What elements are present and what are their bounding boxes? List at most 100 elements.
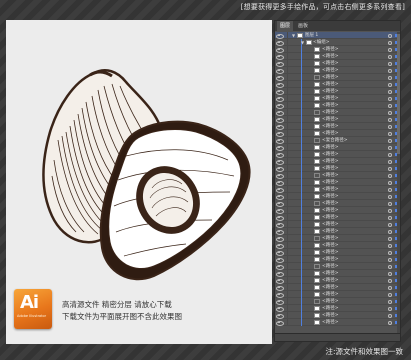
layer-row[interactable]: <路径>: [275, 298, 400, 305]
eye-icon[interactable]: [276, 40, 284, 46]
lock-toggle[interactable]: [283, 32, 288, 39]
target-circle-icon[interactable]: [388, 202, 392, 206]
eye-icon[interactable]: [276, 264, 284, 270]
target-circle-icon[interactable]: [388, 314, 392, 318]
target-circle-icon[interactable]: [388, 265, 392, 269]
layer-row[interactable]: <路径>: [275, 81, 400, 88]
eye-icon[interactable]: [276, 257, 284, 263]
lock-toggle[interactable]: [283, 123, 288, 130]
target-circle-icon[interactable]: [388, 83, 392, 87]
target-circle-icon[interactable]: [388, 111, 392, 115]
eye-icon[interactable]: [276, 68, 284, 74]
layer-row[interactable]: <路径>: [275, 214, 400, 221]
eye-icon[interactable]: [276, 208, 284, 214]
layer-row[interactable]: <路径>: [275, 74, 400, 81]
lock-toggle[interactable]: [283, 165, 288, 172]
target-circle-icon[interactable]: [388, 286, 392, 290]
target-circle-icon[interactable]: [388, 181, 392, 185]
lock-toggle[interactable]: [283, 221, 288, 228]
target-circle-icon[interactable]: [388, 209, 392, 213]
eye-icon[interactable]: [276, 47, 284, 53]
target-circle-icon[interactable]: [388, 321, 392, 325]
target-circle-icon[interactable]: [388, 41, 392, 45]
layer-row[interactable]: <路径>: [275, 53, 400, 60]
lock-toggle[interactable]: [283, 130, 288, 137]
lock-toggle[interactable]: [283, 144, 288, 151]
eye-icon[interactable]: [276, 299, 284, 305]
tab-artboards[interactable]: 画板: [295, 21, 311, 31]
lock-toggle[interactable]: [283, 53, 288, 60]
layer-row[interactable]: <路径>: [275, 179, 400, 186]
target-circle-icon[interactable]: [388, 251, 392, 255]
target-circle-icon[interactable]: [388, 237, 392, 241]
layer-row[interactable]: <路径>: [275, 291, 400, 298]
eye-icon[interactable]: [276, 75, 284, 81]
layer-row[interactable]: <路径>: [275, 277, 400, 284]
target-circle-icon[interactable]: [388, 230, 392, 234]
eye-icon[interactable]: [276, 187, 284, 193]
eye-icon[interactable]: [276, 82, 284, 88]
target-circle-icon[interactable]: [388, 34, 392, 38]
target-circle-icon[interactable]: [388, 55, 392, 59]
lock-toggle[interactable]: [283, 179, 288, 186]
layer-row-top[interactable]: ▼ 图层 1: [275, 32, 400, 39]
lock-toggle[interactable]: [283, 116, 288, 123]
eye-icon[interactable]: [276, 89, 284, 95]
layer-row[interactable]: <路径>: [275, 249, 400, 256]
layer-row[interactable]: <路径>: [275, 312, 400, 319]
target-circle-icon[interactable]: [388, 223, 392, 227]
eye-icon[interactable]: [276, 250, 284, 256]
lock-toggle[interactable]: [283, 172, 288, 179]
lock-toggle[interactable]: [283, 200, 288, 207]
lock-toggle[interactable]: [283, 228, 288, 235]
layer-row[interactable]: <路径>: [275, 256, 400, 263]
eye-icon[interactable]: [276, 215, 284, 221]
target-circle-icon[interactable]: [388, 146, 392, 150]
target-circle-icon[interactable]: [388, 293, 392, 297]
lock-toggle[interactable]: [283, 263, 288, 270]
eye-icon[interactable]: [276, 271, 284, 277]
lock-toggle[interactable]: [283, 305, 288, 312]
layer-row[interactable]: <路径>: [275, 130, 400, 137]
lock-toggle[interactable]: [283, 319, 288, 326]
target-circle-icon[interactable]: [388, 132, 392, 136]
layer-row[interactable]: <路径>: [275, 242, 400, 249]
lock-toggle[interactable]: [283, 39, 288, 46]
eye-icon[interactable]: [276, 117, 284, 123]
lock-toggle[interactable]: [283, 137, 288, 144]
layer-row[interactable]: <路径>: [275, 88, 400, 95]
layer-row[interactable]: <路径>: [275, 186, 400, 193]
layer-row[interactable]: <路径>: [275, 165, 400, 172]
target-circle-icon[interactable]: [388, 104, 392, 108]
eye-icon[interactable]: [276, 152, 284, 158]
eye-icon[interactable]: [276, 173, 284, 179]
eye-icon[interactable]: [276, 201, 284, 207]
lock-toggle[interactable]: [283, 46, 288, 53]
layers-scrollbar[interactable]: [397, 32, 400, 333]
target-circle-icon[interactable]: [388, 300, 392, 304]
lock-toggle[interactable]: [283, 270, 288, 277]
target-circle-icon[interactable]: [388, 48, 392, 52]
lock-toggle[interactable]: [283, 186, 288, 193]
layer-row[interactable]: <路径>: [275, 221, 400, 228]
layer-row[interactable]: <路径>: [275, 151, 400, 158]
eye-icon[interactable]: [276, 194, 284, 200]
lock-toggle[interactable]: [283, 284, 288, 291]
eye-icon[interactable]: [276, 278, 284, 284]
target-circle-icon[interactable]: [388, 139, 392, 143]
target-circle-icon[interactable]: [388, 188, 392, 192]
eye-icon[interactable]: [276, 110, 284, 116]
eye-icon[interactable]: [276, 166, 284, 172]
eye-icon[interactable]: [276, 243, 284, 249]
layer-row[interactable]: <复合路径>: [275, 137, 400, 144]
lock-toggle[interactable]: [283, 102, 288, 109]
lock-toggle[interactable]: [283, 88, 288, 95]
eye-icon[interactable]: [276, 313, 284, 319]
layer-row[interactable]: <路径>: [275, 102, 400, 109]
eye-icon[interactable]: [276, 96, 284, 102]
eye-icon[interactable]: [276, 180, 284, 186]
target-circle-icon[interactable]: [388, 160, 392, 164]
layer-row[interactable]: <路径>: [275, 123, 400, 130]
lock-toggle[interactable]: [283, 235, 288, 242]
eye-icon[interactable]: [276, 61, 284, 67]
